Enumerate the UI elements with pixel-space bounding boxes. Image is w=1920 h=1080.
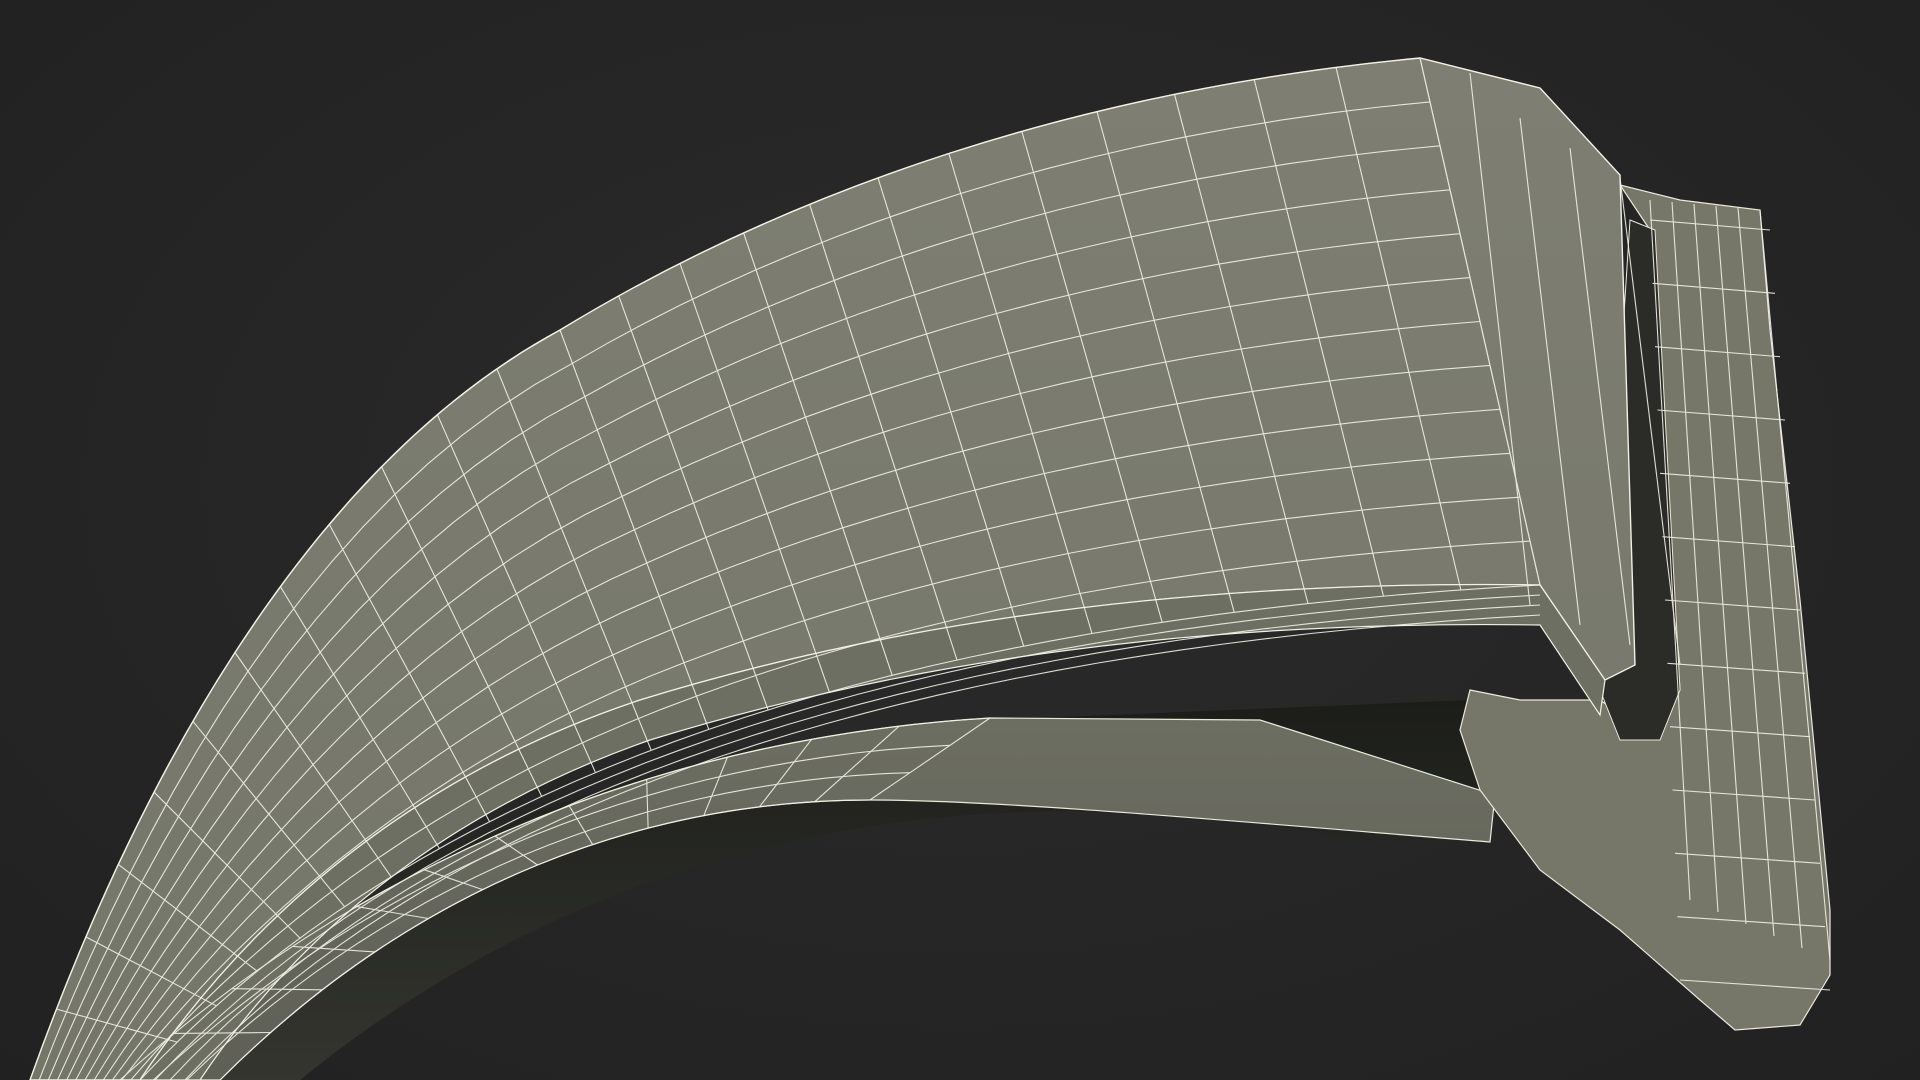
mesh-render bbox=[29, 57, 1831, 1080]
render-viewport bbox=[0, 0, 1920, 1080]
